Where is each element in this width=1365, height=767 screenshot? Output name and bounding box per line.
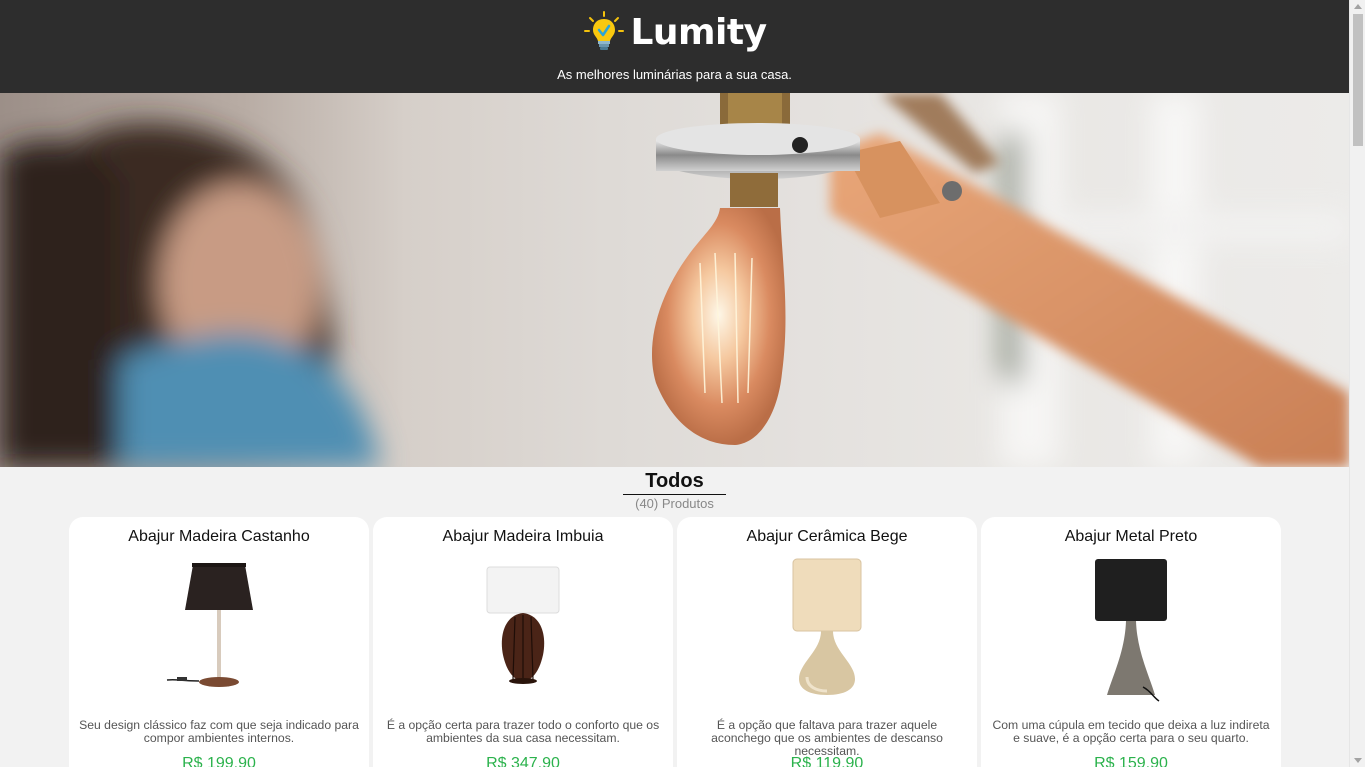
brand-title: Lumity — [630, 11, 767, 53]
product-name[interactable]: Abajur Cerâmica Bege — [677, 528, 977, 546]
vertical-scrollbar[interactable] — [1349, 0, 1365, 767]
page: Lumity As melhores luminárias para a sua… — [0, 0, 1349, 767]
product-name[interactable]: Abajur Madeira Castanho — [69, 528, 369, 546]
product-description: É a opção certa para trazer todo o confo… — [386, 718, 660, 745]
product-grid: Abajur Madeira Castanho Seu design cláss… — [69, 517, 1281, 767]
product-image[interactable] — [373, 555, 673, 705]
product-name[interactable]: Abajur Metal Preto — [981, 528, 1281, 546]
scroll-up-arrow-icon[interactable] — [1354, 4, 1362, 9]
section-header: Todos (40) Produtos — [0, 467, 1349, 511]
product-price: R$ 119,90 — [790, 755, 864, 767]
product-description: Seu design clássico faz com que seja ind… — [79, 718, 359, 745]
product-name[interactable]: Abajur Madeira Imbuia — [373, 528, 673, 546]
product-image[interactable] — [677, 555, 977, 705]
product-image[interactable] — [69, 555, 369, 705]
product-count: (40) Produtos — [635, 496, 714, 511]
product-card[interactable]: Abajur Cerâmica Bege É a opção que falta… — [677, 517, 977, 767]
product-card[interactable]: Abajur Madeira Castanho Seu design cláss… — [69, 517, 369, 767]
product-description: Com uma cúpula em tecido que deixa a luz… — [992, 718, 1270, 745]
hero-banner — [0, 93, 1349, 467]
product-price: R$ 347,90 — [486, 755, 560, 767]
product-card[interactable]: Abajur Metal Preto Com uma cúpula em tec… — [981, 517, 1281, 767]
section-title: Todos — [623, 470, 726, 495]
scrollbar-thumb[interactable] — [1353, 14, 1363, 146]
hero-image — [0, 93, 1349, 467]
tagline: As melhores luminárias para a sua casa. — [557, 67, 792, 82]
scroll-down-arrow-icon[interactable] — [1354, 758, 1362, 763]
site-header: Lumity As melhores luminárias para a sua… — [0, 0, 1349, 93]
product-description: É a opção que faltava para trazer aquele… — [711, 718, 943, 758]
product-card[interactable]: Abajur Madeira Imbuia É a opção certa pa… — [373, 517, 673, 767]
product-image[interactable] — [981, 555, 1281, 705]
brand[interactable]: Lumity — [0, 10, 1349, 54]
product-price: R$ 159,90 — [1094, 755, 1168, 767]
lightbulb-icon — [584, 11, 625, 50]
product-price: R$ 199,90 — [182, 755, 256, 767]
